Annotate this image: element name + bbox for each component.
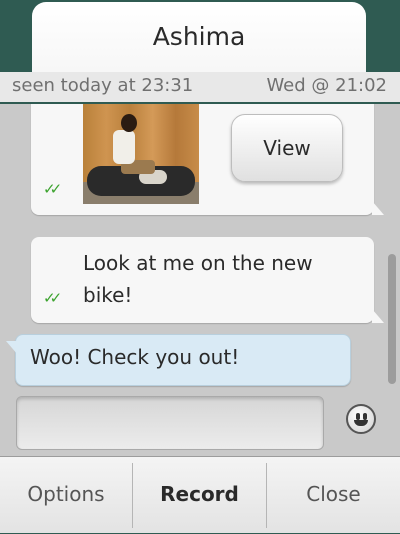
scrollbar[interactable]	[388, 254, 396, 384]
contact-title-tab[interactable]: Ashima	[32, 2, 366, 78]
header-frame: Ashima	[0, 0, 400, 78]
incoming-message-bubble: Woo! Check you out!	[6, 334, 351, 386]
read-receipt-icon: ✓✓	[43, 289, 62, 307]
close-button[interactable]: Close	[267, 457, 400, 534]
photo-message-bubble: ✓✓ View	[31, 104, 384, 215]
date-marker: Wed @ 21:02	[266, 75, 387, 96]
last-seen-text: seen today at 23:31	[12, 75, 194, 96]
message-input[interactable]	[16, 396, 324, 450]
emoji-button[interactable]	[332, 394, 390, 446]
message-text: Look at me on the new bike!	[83, 251, 313, 307]
smiley-icon	[346, 404, 376, 434]
photo-thumbnail[interactable]	[83, 104, 199, 204]
text-message-bubble: Look at me on the new bike! ✓✓	[31, 237, 384, 323]
chat-area[interactable]: ✓✓ View Look at me on the new bike! ✓✓ W…	[0, 104, 400, 456]
record-button[interactable]: Record	[133, 457, 266, 534]
incoming-message-text: Woo! Check you out!	[30, 345, 240, 369]
contact-name: Ashima	[152, 22, 246, 51]
status-bar: seen today at 23:31 Wed @ 21:02	[0, 72, 400, 104]
view-button[interactable]: View	[231, 114, 343, 182]
read-receipt-icon: ✓✓	[43, 180, 62, 198]
bottom-toolbar: Options Record Close	[0, 456, 400, 533]
options-button[interactable]: Options	[0, 457, 132, 534]
